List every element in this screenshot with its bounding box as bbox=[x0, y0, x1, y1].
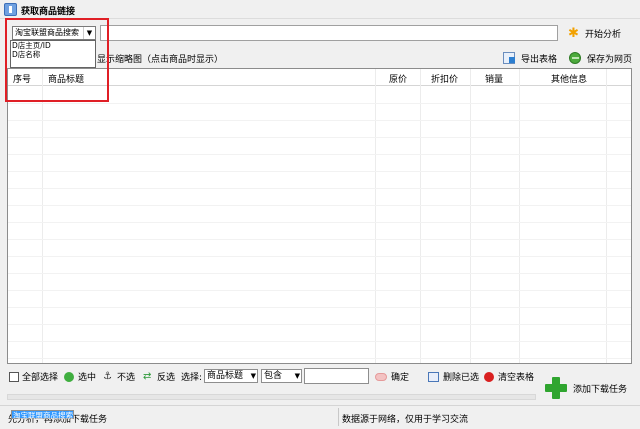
progress-bar bbox=[7, 394, 536, 400]
status-bar: 先分析，再添加下载任务 数据源于网络，仅用于学习交流 bbox=[0, 405, 640, 429]
row-line bbox=[8, 188, 631, 189]
export-table-button[interactable]: 导出表格 bbox=[503, 51, 557, 65]
column-divider bbox=[470, 69, 471, 363]
check-circle-icon bbox=[64, 371, 74, 382]
confirm-label: 确定 bbox=[391, 373, 410, 383]
row-line bbox=[8, 341, 631, 342]
swap-arrows-icon: ⇄ bbox=[143, 370, 152, 382]
row-line bbox=[8, 171, 631, 172]
row-line bbox=[8, 103, 631, 104]
uncheck-label: 不选 bbox=[117, 373, 136, 383]
results-table[interactable]: 序号 商品标题 原价 折扣价 销量 其他信息 bbox=[7, 68, 632, 364]
save-webpage-label: 保存为网页 bbox=[587, 54, 633, 65]
invert-selection-button[interactable]: ⇄ 反选 bbox=[143, 370, 175, 383]
checkbox-icon bbox=[9, 371, 19, 382]
row-line bbox=[8, 273, 631, 274]
status-divider bbox=[338, 408, 339, 426]
chevron-down-icon[interactable]: ▼ bbox=[251, 370, 256, 382]
column-divider bbox=[606, 69, 607, 363]
check-selected-button[interactable]: 选中 bbox=[64, 370, 96, 383]
column-header-other[interactable]: 其他信息 bbox=[551, 72, 587, 85]
select-all-label: 全部选择 bbox=[22, 373, 59, 383]
export-table-label: 导出表格 bbox=[521, 54, 558, 65]
row-line bbox=[8, 239, 631, 240]
chevron-down-icon[interactable]: ▼ bbox=[295, 370, 300, 382]
confirm-icon bbox=[375, 372, 387, 381]
filter-match-value: 包含 bbox=[264, 371, 283, 381]
column-header-price[interactable]: 原价 bbox=[389, 72, 407, 85]
sparkle-icon: ✱ bbox=[568, 25, 579, 41]
row-line bbox=[8, 256, 631, 257]
column-header-discount[interactable]: 折扣价 bbox=[431, 72, 458, 85]
clear-table-label: 清空表格 bbox=[498, 373, 535, 383]
filter-match-select[interactable]: 包含 ▼ bbox=[261, 369, 302, 383]
filter-field-select[interactable]: 商品标题 ▼ bbox=[204, 369, 258, 383]
row-line bbox=[8, 290, 631, 291]
start-analysis-label: 开始分析 bbox=[585, 29, 622, 40]
close-circle-icon bbox=[484, 371, 494, 382]
add-download-task-button[interactable]: 添加下载任务 bbox=[545, 377, 627, 399]
filter-text-input[interactable] bbox=[304, 368, 369, 384]
delete-selected-button[interactable]: 删除已选 bbox=[428, 370, 479, 383]
uncheck-button[interactable]: ⚓ 不选 bbox=[103, 370, 135, 383]
column-divider bbox=[420, 69, 421, 363]
row-line bbox=[8, 154, 631, 155]
export-table-icon bbox=[503, 52, 515, 64]
thumbnail-option-label[interactable]: 显示缩略图（点击商品时显示） bbox=[97, 52, 223, 65]
column-divider bbox=[519, 69, 520, 363]
column-header-sales[interactable]: 销量 bbox=[485, 72, 503, 85]
start-analysis-button[interactable]: ✱ 开始分析 bbox=[567, 24, 621, 42]
keyword-input[interactable] bbox=[100, 25, 558, 41]
row-line bbox=[8, 222, 631, 223]
confirm-button[interactable]: 确定 bbox=[375, 370, 409, 383]
row-line bbox=[8, 205, 631, 206]
check-selected-label: 选中 bbox=[78, 373, 97, 383]
dropdown-option-taobao-union[interactable]: 淘宝联盟商品搜索 bbox=[11, 410, 74, 420]
app-icon bbox=[4, 3, 17, 16]
window-title: 获取商品链接 bbox=[21, 7, 76, 17]
status-right-text: 数据源于网络，仅用于学习交流 bbox=[342, 415, 469, 425]
add-download-task-label: 添加下载任务 bbox=[573, 384, 628, 395]
clear-table-button[interactable]: 清空表格 bbox=[484, 370, 534, 383]
column-divider bbox=[375, 69, 376, 363]
filter-select-label: 选择: bbox=[181, 373, 203, 383]
delete-table-icon bbox=[428, 371, 439, 382]
filter-field-value: 商品标题 bbox=[207, 371, 244, 381]
save-webpage-button[interactable]: 保存为网页 bbox=[569, 51, 632, 65]
annotation-highlight-box bbox=[5, 18, 109, 102]
row-line bbox=[8, 137, 631, 138]
globe-icon bbox=[569, 52, 581, 64]
column-divider bbox=[42, 69, 43, 363]
invert-selection-label: 反选 bbox=[157, 373, 176, 383]
row-line bbox=[8, 307, 631, 308]
anchor-icon: ⚓ bbox=[103, 370, 112, 382]
delete-selected-label: 删除已选 bbox=[443, 373, 480, 383]
row-line bbox=[8, 324, 631, 325]
row-line bbox=[8, 358, 631, 359]
row-line bbox=[8, 120, 631, 121]
title-bar: 获取商品链接 bbox=[0, 0, 640, 19]
select-all-checkbox[interactable]: 全部选择 bbox=[9, 370, 58, 383]
plus-icon bbox=[545, 377, 567, 399]
